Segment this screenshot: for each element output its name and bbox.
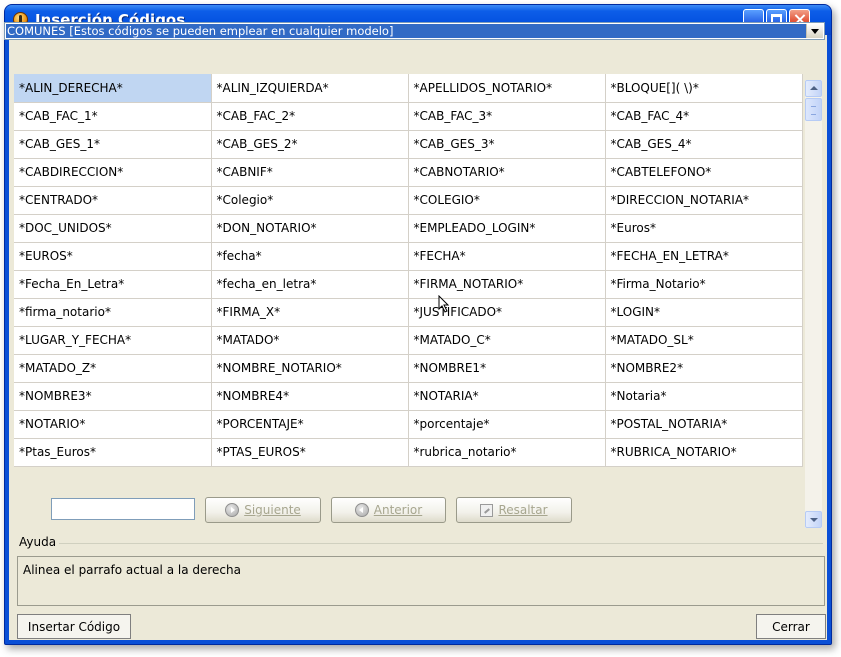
- code-cell[interactable]: *PORCENTAJE*: [211, 410, 409, 439]
- table-row: *CAB_GES_1* *CAB_GES_2* *CAB_GES_3* *CAB_GE…: [14, 130, 803, 159]
- scroll-up-icon[interactable]: [805, 80, 822, 97]
- code-cell[interactable]: *Ptas_Euros*: [14, 438, 212, 467]
- highlighter-icon: [480, 503, 494, 517]
- code-cell[interactable]: *MATADO_SL*: [605, 326, 803, 355]
- code-cell[interactable]: *CAB_FAC_3*: [408, 102, 606, 131]
- code-cell[interactable]: *POSTAL_NOTARIA*: [605, 410, 803, 439]
- help-text: Alinea el parrafo actual a la derecha: [23, 563, 241, 577]
- code-cell[interactable]: *NOTARIA*: [408, 382, 606, 411]
- table-row: *NOTARIO* *PORCENTAJE* *porcentaje* *POSTAL…: [14, 410, 803, 439]
- code-cell[interactable]: *LOGIN*: [605, 298, 803, 327]
- code-cell[interactable]: *COLEGIO*: [408, 186, 606, 215]
- category-select-value[interactable]: COMUNES [Estos códigos se pueden emplear…: [6, 24, 806, 38]
- code-cell[interactable]: *fecha_en_letra*: [211, 270, 409, 299]
- code-cell[interactable]: *Euros*: [605, 214, 803, 243]
- code-cell[interactable]: *MATADO*: [211, 326, 409, 355]
- code-cell[interactable]: *RUBRICA_NOTARIO*: [605, 438, 803, 467]
- highlight-button[interactable]: Resaltar: [456, 497, 572, 523]
- code-cell[interactable]: *FECHA*: [408, 242, 606, 271]
- code-cell[interactable]: *ALIN_IZQUIERDA*: [211, 74, 409, 103]
- code-cell[interactable]: *NOMBRE_NOTARIO*: [211, 354, 409, 383]
- help-title: Ayuda: [19, 535, 60, 549]
- code-cell[interactable]: *CAB_GES_4*: [605, 130, 803, 159]
- code-cell[interactable]: *Fecha_En_Letra*: [14, 270, 212, 299]
- code-cell[interactable]: *firma_notario*: [14, 298, 212, 327]
- code-cell[interactable]: *NOMBRE3*: [14, 382, 212, 411]
- code-cell[interactable]: *FIRMA_X*: [211, 298, 409, 327]
- table-row: *Fecha_En_Letra* *fecha_en_letra* *FIRMA_N…: [14, 270, 803, 299]
- code-cell[interactable]: *PTAS_EUROS*: [211, 438, 409, 467]
- code-cell[interactable]: *CABNIF*: [211, 158, 409, 187]
- codes-grid-body: *ALIN_DERECHA* *ALIN_IZQUIERDA* *APELLIDOS…: [14, 74, 803, 467]
- scroll-thumb[interactable]: [805, 98, 822, 121]
- search-input[interactable]: [51, 498, 195, 520]
- highlight-button-label: Resaltar: [498, 503, 548, 517]
- code-cell[interactable]: *DIRECCION_NOTARIA*: [605, 186, 803, 215]
- circle-arrow-left-icon: [354, 503, 369, 517]
- code-cell[interactable]: *Colegio*: [211, 186, 409, 215]
- vertical-scrollbar[interactable]: [805, 80, 822, 528]
- code-cell[interactable]: *CAB_GES_3*: [408, 130, 606, 159]
- codes-grid: *ALIN_DERECHA* *ALIN_IZQUIERDA* *APELLIDOS…: [14, 74, 803, 467]
- code-cell[interactable]: *rubrica_notario*: [408, 438, 606, 467]
- code-cell[interactable]: *MATADO_Z*: [14, 354, 212, 383]
- code-cell[interactable]: *BLOQUE[]( \)*: [605, 74, 803, 103]
- code-cell[interactable]: *CAB_FAC_4*: [605, 102, 803, 131]
- code-cell[interactable]: *CABTELEFONO*: [605, 158, 803, 187]
- help-divider: [58, 543, 823, 544]
- code-cell[interactable]: *APELLIDOS_NOTARIO*: [408, 74, 606, 103]
- code-cell[interactable]: *CAB_GES_1*: [14, 130, 212, 159]
- previous-button-label: Anterior: [373, 503, 423, 517]
- code-cell[interactable]: *FECHA_EN_LETRA*: [605, 242, 803, 271]
- table-row: *LUGAR_Y_FECHA* *MATADO* *MATADO_C* *MATADO…: [14, 326, 803, 355]
- code-cell[interactable]: *Firma_Notario*: [605, 270, 803, 299]
- code-cell[interactable]: *CENTRADO*: [14, 186, 212, 215]
- next-button-label: Siguiente: [244, 503, 301, 517]
- mouse-pointer-icon: [438, 294, 450, 317]
- code-cell[interactable]: *NOTARIO*: [14, 410, 212, 439]
- table-row: *Ptas_Euros* *PTAS_EUROS* *rubrica_notario…: [14, 438, 803, 467]
- code-cell[interactable]: *CAB_FAC_2*: [211, 102, 409, 131]
- table-row: *EUROS* *fecha* *FECHA* *FECHA_EN_LETRA*: [14, 242, 803, 271]
- code-cell[interactable]: *DOC_UNIDOS*: [14, 214, 212, 243]
- code-cell[interactable]: *EUROS*: [14, 242, 212, 271]
- code-cell[interactable]: *NOMBRE4*: [211, 382, 409, 411]
- scroll-down-icon[interactable]: [805, 511, 822, 528]
- category-select[interactable]: COMUNES [Estos códigos se pueden emplear…: [4, 22, 825, 40]
- table-row: *firma_notario* *FIRMA_X* *JUSTIFICADO* *LO…: [14, 298, 803, 327]
- table-row: *CAB_FAC_1* *CAB_FAC_2* *CAB_FAC_3* *CAB_FA…: [14, 102, 803, 131]
- circle-arrow-right-icon: [225, 503, 240, 517]
- close-button[interactable]: Cerrar: [756, 614, 826, 639]
- code-cell[interactable]: *LUGAR_Y_FECHA*: [14, 326, 212, 355]
- table-row: *MATADO_Z* *NOMBRE_NOTARIO* *NOMBRE1* *NOMB…: [14, 354, 803, 383]
- code-cell[interactable]: *fecha*: [211, 242, 409, 271]
- code-cell[interactable]: *NOMBRE1*: [408, 354, 606, 383]
- code-cell[interactable]: *CAB_FAC_1*: [14, 102, 212, 131]
- code-cell[interactable]: *DON_NOTARIO*: [211, 214, 409, 243]
- next-button[interactable]: Siguiente: [205, 497, 321, 523]
- code-cell[interactable]: *FIRMA_NOTARIO*: [408, 270, 606, 299]
- table-row: *ALIN_DERECHA* *ALIN_IZQUIERDA* *APELLIDOS…: [14, 74, 803, 103]
- code-cell[interactable]: *EMPLEADO_LOGIN*: [408, 214, 606, 243]
- previous-button[interactable]: Anterior: [331, 497, 446, 523]
- table-row: *CABDIRECCION* *CABNIF* *CABNOTARIO* *CABTE…: [14, 158, 803, 187]
- table-row: *CENTRADO* *Colegio* *COLEGIO* *DIRECCION_N…: [14, 186, 803, 215]
- chevron-down-icon[interactable]: [806, 24, 823, 38]
- code-cell[interactable]: *Notaria*: [605, 382, 803, 411]
- table-row: *NOMBRE3* *NOMBRE4* *NOTARIA* *Notaria*: [14, 382, 803, 411]
- code-cell[interactable]: *CAB_GES_2*: [211, 130, 409, 159]
- code-cell[interactable]: *NOMBRE2*: [605, 354, 803, 383]
- help-box: Alinea el parrafo actual a la derecha: [17, 556, 825, 606]
- table-row: *DOC_UNIDOS* *DON_NOTARIO* *EMPLEADO_LOGIN…: [14, 214, 803, 243]
- code-cell[interactable]: *CABNOTARIO*: [408, 158, 606, 187]
- code-cell[interactable]: *porcentaje*: [408, 410, 606, 439]
- code-cell[interactable]: *MATADO_C*: [408, 326, 606, 355]
- code-cell[interactable]: *ALIN_DERECHA*: [14, 74, 212, 103]
- insert-code-button[interactable]: Insertar Código: [17, 614, 131, 639]
- code-cell[interactable]: *CABDIRECCION*: [14, 158, 212, 187]
